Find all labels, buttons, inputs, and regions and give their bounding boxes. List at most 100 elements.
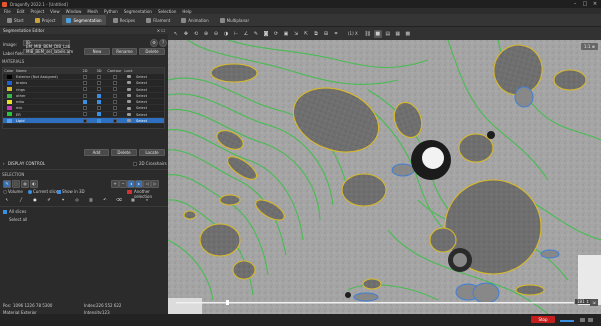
- menu-view[interactable]: View: [50, 9, 60, 14]
- tab-filament[interactable]: Filament: [142, 15, 174, 25]
- menu-selection[interactable]: Selection: [158, 9, 176, 14]
- wand-tool-icon[interactable]: ✦: [59, 197, 67, 205]
- layout-single-icon[interactable]: ■: [373, 29, 382, 38]
- material-3d-cell[interactable]: [92, 118, 106, 123]
- material-3d-checkbox[interactable]: [97, 112, 101, 117]
- material-name[interactable]: rings: [15, 87, 78, 92]
- material-lock-cell[interactable]: [123, 87, 134, 92]
- reset-view-icon[interactable]: ⟳: [272, 30, 280, 38]
- region-tool-icon[interactable]: ◎: [73, 197, 81, 205]
- brush-tool-icon[interactable]: ✎: [3, 180, 11, 188]
- material-color-cell[interactable]: [3, 118, 15, 123]
- image-dropdown[interactable]: IB-EM_MIB_BEM_DIB_Lab (: [23, 40, 70, 53]
- measure-icon[interactable]: ⇱: [302, 30, 310, 38]
- delete-labelfield-button[interactable]: Delete: [139, 48, 165, 55]
- image-viewport[interactable]: 1:1 ⊕ 181 ↕ ⇲: [168, 40, 601, 314]
- material-select-link[interactable]: Select: [134, 74, 154, 79]
- material-name[interactable]: mic: [15, 105, 78, 110]
- material-lock-cell[interactable]: [123, 105, 134, 110]
- orient-icon[interactable]: ⇲: [292, 30, 300, 38]
- maximize-icon[interactable]: □: [582, 1, 588, 7]
- material-contour-checkbox[interactable]: [112, 118, 117, 123]
- layout-grid-icon[interactable]: ▩: [404, 30, 412, 38]
- erase-tool-icon[interactable]: ⌫: [115, 197, 123, 205]
- remove-selection-icon[interactable]: −: [119, 180, 127, 188]
- material-3d-checkbox[interactable]: [97, 74, 101, 79]
- material-3d-checkbox[interactable]: [97, 93, 101, 98]
- next-slice-icon[interactable]: ▸: [135, 180, 143, 188]
- tab-animation[interactable]: Animation: [177, 15, 212, 25]
- material-row[interactable]: Lipid Select: [3, 118, 164, 125]
- material-select-link[interactable]: Select: [134, 99, 154, 104]
- material-color-swatch[interactable]: [6, 106, 12, 111]
- crosshairs-checkbox[interactable]: [133, 162, 137, 166]
- line-tool-icon[interactable]: ╱: [17, 197, 25, 205]
- material-color-swatch[interactable]: [6, 80, 12, 85]
- layout-two-icon[interactable]: ▤: [384, 30, 392, 38]
- material-contour-cell[interactable]: [106, 80, 123, 85]
- material-2d-checkbox[interactable]: [83, 118, 87, 123]
- status-indicator-icon[interactable]: [580, 318, 585, 322]
- fill-tool-icon[interactable]: ◍: [21, 180, 29, 188]
- lock-icon[interactable]: [126, 119, 131, 123]
- material-color-swatch[interactable]: [6, 74, 12, 79]
- camera-icon[interactable]: ◙: [262, 30, 270, 38]
- prev-slice-icon[interactable]: ◂: [127, 180, 135, 188]
- current-slice-radio[interactable]: [28, 190, 32, 194]
- add-selection-icon[interactable]: +: [111, 180, 119, 188]
- material-3d-checkbox[interactable]: [97, 106, 101, 111]
- material-contour-cell[interactable]: [106, 87, 123, 92]
- material-color-cell[interactable]: [3, 93, 15, 98]
- volume-radio[interactable]: [3, 190, 7, 194]
- window-level-icon[interactable]: ◑: [222, 30, 230, 38]
- rename-button[interactable]: Rename: [112, 48, 137, 55]
- material-2d-cell[interactable]: [78, 99, 92, 104]
- first-slice-icon[interactable]: ◁: [143, 180, 151, 188]
- material-contour-cell[interactable]: [106, 74, 123, 79]
- material-contour-checkbox[interactable]: [112, 112, 117, 117]
- material-contour-checkbox[interactable]: [112, 80, 117, 85]
- new-button[interactable]: New: [84, 48, 110, 55]
- material-3d-checkbox[interactable]: [97, 87, 101, 92]
- material-color-swatch[interactable]: [6, 93, 12, 98]
- material-select-link[interactable]: Select: [134, 87, 154, 92]
- material-select-link[interactable]: Select: [134, 118, 154, 123]
- material-2d-cell[interactable]: [78, 80, 92, 85]
- material-contour-cell[interactable]: [106, 118, 123, 123]
- menu-segmentation[interactable]: Segmentation: [124, 9, 152, 14]
- delete-material-button[interactable]: Delete: [111, 149, 137, 156]
- menu-project[interactable]: Project: [30, 9, 44, 14]
- material-contour-checkbox[interactable]: [112, 74, 117, 79]
- menu-file[interactable]: File: [4, 9, 11, 14]
- material-2d-cell[interactable]: [78, 87, 92, 92]
- material-name[interactable]: other: [15, 93, 78, 98]
- pen-tool-icon[interactable]: ✐: [45, 197, 53, 205]
- pan-icon[interactable]: ✥: [182, 30, 190, 38]
- material-2d-checkbox[interactable]: [83, 112, 87, 117]
- material-2d-checkbox[interactable]: [83, 106, 87, 111]
- layout-four-icon[interactable]: ▦: [394, 30, 402, 38]
- material-2d-cell[interactable]: [78, 105, 92, 111]
- material-lock-cell[interactable]: [123, 112, 134, 117]
- material-lock-cell[interactable]: [123, 74, 134, 79]
- screenshot-icon[interactable]: ⌗: [332, 30, 340, 38]
- em-image[interactable]: [168, 40, 601, 314]
- material-contour-checkbox[interactable]: [112, 87, 117, 92]
- material-2d-checkbox[interactable]: [83, 99, 87, 104]
- zoom-out-icon[interactable]: ⊖: [212, 30, 220, 38]
- pointer-icon[interactable]: ↖: [172, 30, 180, 38]
- material-lock-cell[interactable]: [123, 99, 134, 104]
- material-select-link[interactable]: Select: [134, 80, 154, 85]
- tab-multiplanar[interactable]: Multiplanar: [216, 15, 254, 25]
- material-name[interactable]: Exterior (Not Assigned): [15, 74, 78, 79]
- material-2d-cell[interactable]: [78, 74, 92, 79]
- material-3d-cell[interactable]: [92, 105, 106, 111]
- close-icon[interactable]: ×: [592, 1, 598, 7]
- settings-icon[interactable]: ⚙: [150, 39, 158, 47]
- material-select-link[interactable]: Select: [134, 112, 154, 117]
- material-2d-cell[interactable]: [78, 112, 92, 117]
- show-3d-checkbox[interactable]: [57, 190, 61, 194]
- slice-slider-handle[interactable]: [226, 300, 229, 305]
- material-color-cell[interactable]: [3, 74, 15, 79]
- help-icon[interactable]: ?: [159, 39, 167, 47]
